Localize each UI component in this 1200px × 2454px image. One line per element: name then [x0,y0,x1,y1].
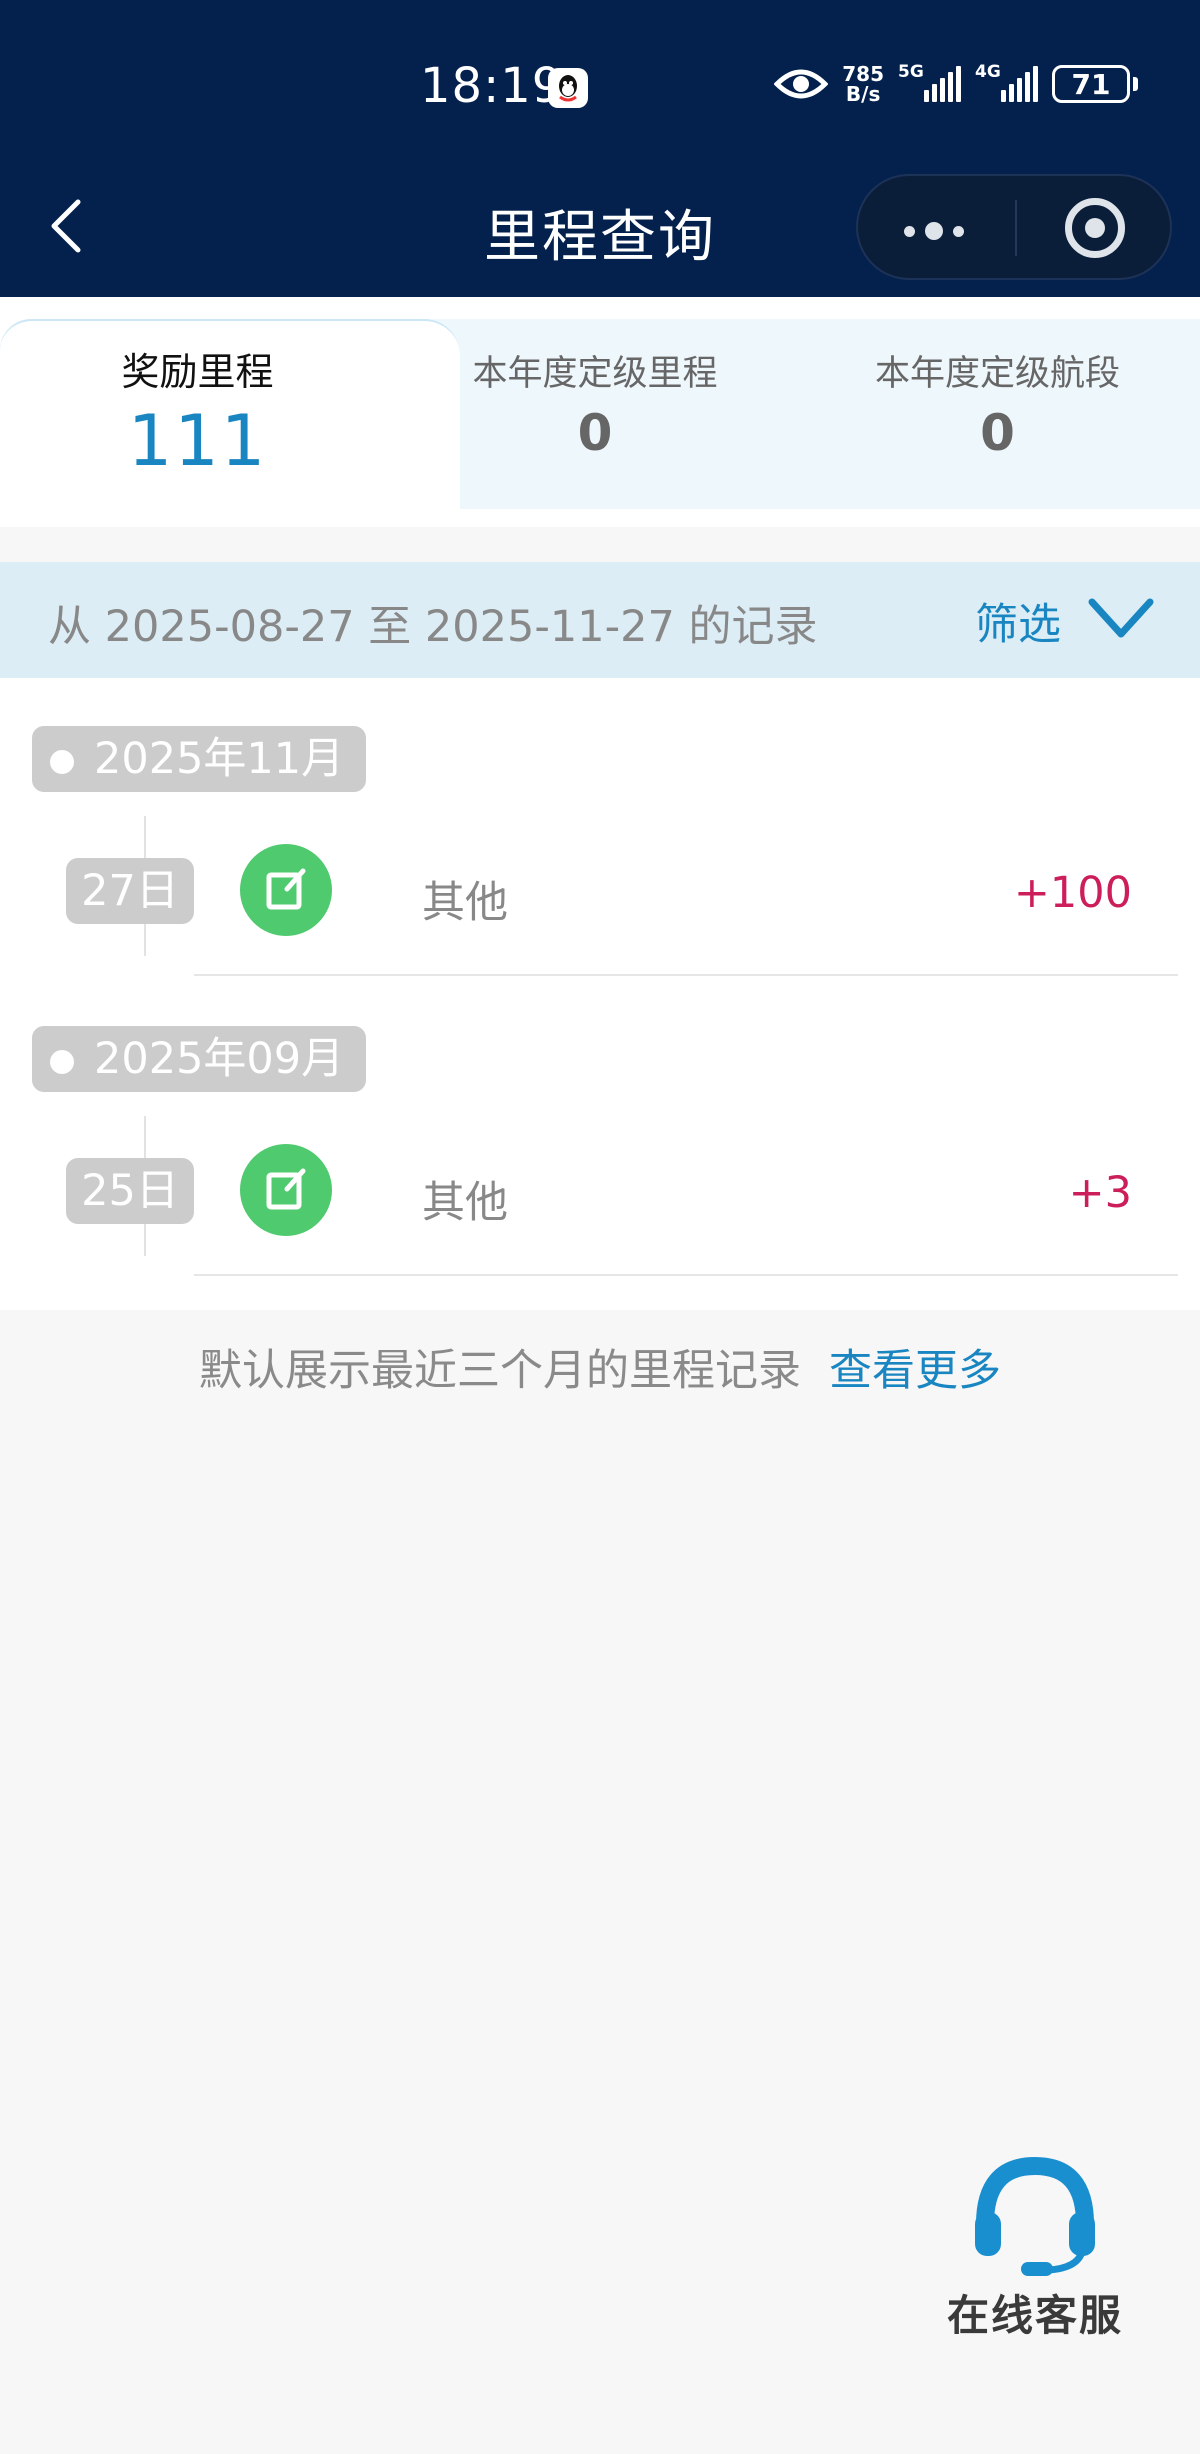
footnote-text: 默认展示最近三个月的里程记录 [199,1346,801,1396]
chevron-down-icon[interactable] [1086,594,1156,644]
day-badge: 25日 [66,1158,194,1224]
tab-value: 0 [577,404,613,462]
headset-icon [975,2156,1095,2276]
filter-button[interactable]: 筛选 [975,590,1061,652]
more-options-icon[interactable] [904,222,964,240]
record-amount: +3 [1068,1168,1132,1218]
view-more-link[interactable]: 查看更多 [829,1346,1001,1396]
record-divider [194,1274,1178,1276]
network-speed: 785 B/s [842,64,884,104]
tab-reward-miles[interactable]: 奖励里程 111 [0,319,395,509]
record-divider [194,974,1178,976]
tab-label: 奖励里程 [121,350,274,394]
tab-label: 本年度定级里程 [472,354,718,394]
signal-4g-icon: 4G [975,62,1038,102]
filter-bar: 从 2025-08-27 至 2025-11-27 的记录 筛选 [0,562,1200,678]
tab-qualifying-miles[interactable]: 本年度定级里程 0 [395,319,795,509]
day-badge: 27日 [66,858,194,924]
app-header: 18:19 785 B/s 5G 4G 71 里程查询 [0,0,1200,297]
network-speed-value: 785 [842,62,884,86]
month-label: 2025年09月 [94,1034,345,1084]
sim1-label: 5G [898,62,924,82]
month-header: 2025年09月 [32,1026,367,1092]
record-type: 其他 [422,878,508,928]
capsule-divider [1015,200,1017,256]
network-speed-unit: B/s [845,82,881,106]
month-dot-icon [50,1050,74,1074]
tab-qualifying-segments[interactable]: 本年度定级航段 0 [795,319,1200,509]
tab-label: 本年度定级航段 [874,354,1120,394]
edit-note-icon [240,1144,332,1236]
miniprogram-capsule [856,174,1172,280]
battery-icon: 71 [1052,65,1138,103]
close-miniprogram-icon[interactable] [1065,198,1125,258]
month-label: 2025年11月 [94,734,345,784]
edit-note-icon [240,844,332,936]
online-service-label: 在线客服 [946,2291,1123,2340]
sim2-label: 4G [975,62,1001,82]
mileage-records: 2025年11月 27日 其他 +100 2025年09月 25日 其他 +3 [0,678,1200,1310]
records-footnote: 默认展示最近三个月的里程记录 查看更多 [0,1336,1200,1398]
online-service-button[interactable]: 在线客服 [940,2152,1130,2343]
status-icons: 785 B/s 5G 4G 71 [774,62,1138,104]
date-range-text: 从 2025-08-27 至 2025-11-27 的记录 [48,602,818,652]
battery-level: 71 [1052,65,1130,103]
signal-5g-icon: 5G [898,62,961,102]
record-amount: +100 [1013,868,1132,918]
mileage-tabs: 奖励里程 111 本年度定级里程 0 本年度定级航段 0 [0,297,1200,527]
month-header: 2025年11月 [32,726,367,792]
tab-value: 0 [980,404,1015,462]
qq-notification-icon [548,68,588,108]
status-time: 18:19 [420,58,564,114]
month-dot-icon [50,750,74,774]
eye-icon [774,69,829,99]
tab-value: 111 [127,400,268,482]
record-type: 其他 [422,1178,508,1228]
